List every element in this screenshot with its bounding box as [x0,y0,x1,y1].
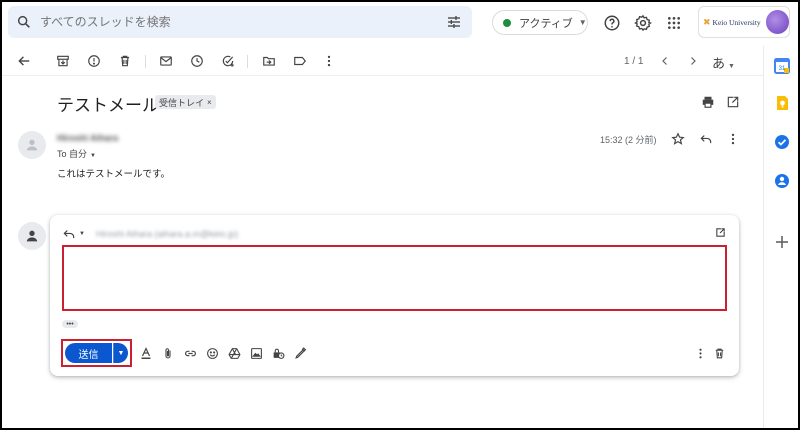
search-bar[interactable] [8,6,472,38]
remove-label-icon[interactable]: × [207,98,212,107]
back-arrow-icon[interactable] [15,52,33,70]
attach-file-icon[interactable] [161,346,175,360]
status-dot [503,18,511,27]
send-button-highlight: 送信 ▼ [61,339,132,367]
message-body: これはテストメールです。 [57,169,171,180]
move-to-folder-icon[interactable] [260,52,278,70]
input-language-selector[interactable]: あ ▼ [712,53,735,72]
reply-type-selector[interactable]: ▼ [62,227,85,241]
pagination-count: 1 / 1 [624,56,644,67]
insert-emoji-icon[interactable] [205,346,219,360]
side-panel: 31 [763,46,800,430]
university-logo-icon: ✖ [703,16,711,27]
toolbar-divider [145,55,146,68]
label-icon[interactable] [291,52,309,70]
tasks-icon[interactable] [774,134,790,150]
insert-signature-icon[interactable] [293,346,307,360]
report-spam-icon[interactable] [85,52,103,70]
delete-icon[interactable] [116,52,134,70]
message-toolbar: 1 / 1 あ ▼ [0,46,763,76]
help-icon[interactable] [600,11,624,35]
chevron-down-icon: ▼ [578,18,587,27]
insert-link-icon[interactable] [183,346,197,360]
send-button[interactable]: 送信 [65,343,112,363]
reply-recipient[interactable]: Hiroshi Aihara (aihara.a.m@keio.jp) [96,229,238,239]
chevron-down-icon: ▼ [90,153,96,159]
search-icon[interactable] [8,6,40,38]
snooze-clock-icon[interactable] [188,52,206,70]
star-icon[interactable] [669,130,687,148]
reply-body-input[interactable] [62,245,727,311]
reply-icon[interactable] [697,130,715,148]
add-task-icon[interactable] [219,52,237,70]
sender-avatar[interactable] [18,131,46,159]
inbox-label-chip[interactable]: 受信トレイ × [155,95,216,109]
label-chip-text: 受信トレイ [159,97,205,108]
svg-text:31: 31 [779,66,786,72]
toolbar-divider [247,55,248,68]
user-avatar[interactable] [18,222,46,250]
chevron-down-icon: ▼ [728,63,735,70]
google-drive-icon[interactable] [227,346,241,360]
message-timestamp: 15:32 (2 分前) [600,135,657,145]
reply-composer: ▼ Hiroshi Aihara (aihara.a.m@keio.jp) ••… [50,215,739,376]
input-language-label: あ [712,56,726,71]
avatar[interactable] [765,10,789,34]
send-options-icon[interactable]: ▼ [113,343,128,363]
recipient-toggle[interactable]: To 自分 ▼ [57,147,96,160]
archive-icon[interactable] [54,52,72,70]
message-more-icon[interactable] [724,130,742,148]
open-new-window-icon[interactable] [724,93,742,111]
search-input[interactable] [40,6,436,38]
recipient-label: To 自分 [57,149,88,159]
account-switcher[interactable]: ✖ Keio University [698,6,790,38]
status-label: アクティブ [519,17,573,30]
calendar-icon[interactable]: 31 [774,58,790,74]
email-subject: テストメール [57,96,159,115]
insert-photo-icon[interactable] [249,346,263,360]
confidential-mode-icon[interactable] [271,346,285,360]
more-vertical-icon[interactable] [320,52,338,70]
sender-name[interactable]: Hiroshi Aihara [57,133,118,143]
apps-grid-icon[interactable] [662,11,686,35]
show-trimmed-content-button[interactable]: ••• [62,320,78,328]
discard-draft-icon[interactable] [712,346,726,360]
search-options-icon[interactable] [436,6,472,38]
chevron-down-icon: ▼ [79,231,85,237]
settings-gear-icon[interactable] [631,11,655,35]
add-addon-icon[interactable] [774,234,790,250]
chevron-right-icon[interactable] [684,52,702,70]
organization-name: Keio University [712,17,761,27]
print-icon[interactable] [699,93,717,111]
contacts-icon[interactable] [774,173,790,189]
chevron-left-icon[interactable] [656,52,674,70]
mark-unread-icon[interactable] [157,52,175,70]
popout-compose-icon[interactable] [715,227,727,239]
keep-icon[interactable] [774,95,790,111]
more-options-icon[interactable] [693,346,707,360]
status-selector[interactable]: アクティブ ▼ [492,10,588,35]
formatting-options-icon[interactable] [139,346,153,360]
